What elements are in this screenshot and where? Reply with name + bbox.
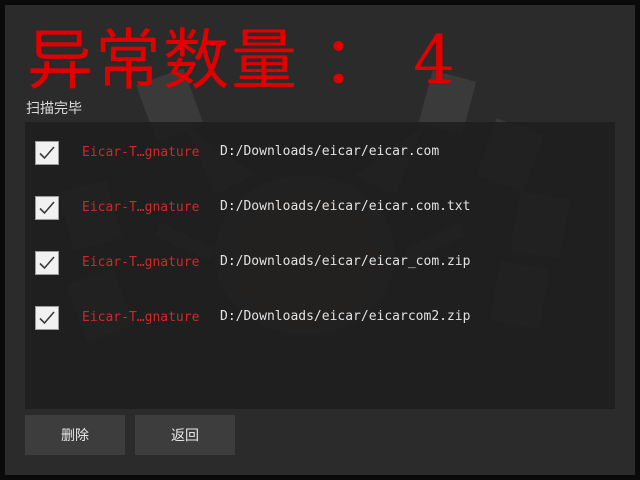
threat-name: Eicar-T…gnature bbox=[82, 255, 200, 270]
scan-result-window: 异常数量 ： 4 扫描完毕 Eicar-T…gnature D:/Downloa… bbox=[5, 5, 635, 475]
file-path: D:/Downloads/eicar/eicar.com.txt bbox=[220, 199, 471, 214]
checkmark-icon bbox=[39, 146, 55, 160]
result-checkbox[interactable] bbox=[35, 141, 59, 165]
list-item: Eicar-T…gnature D:/Downloads/eicar/eicar… bbox=[25, 297, 615, 337]
result-checkbox[interactable] bbox=[35, 251, 59, 275]
result-checkbox[interactable] bbox=[35, 306, 59, 330]
file-path: D:/Downloads/eicar/eicar.com bbox=[220, 144, 440, 159]
result-checkbox[interactable] bbox=[35, 196, 59, 220]
anomaly-count-value: 4 bbox=[412, 22, 457, 99]
checkmark-icon bbox=[39, 201, 55, 215]
file-path: D:/Downloads/eicar/eicar_com.zip bbox=[220, 254, 471, 269]
list-item: Eicar-T…gnature D:/Downloads/eicar/eicar… bbox=[25, 187, 615, 227]
scan-results-list: Eicar-T…gnature D:/Downloads/eicar/eicar… bbox=[25, 122, 615, 409]
scan-status-text: 扫描完毕 bbox=[26, 101, 82, 117]
anomaly-label: 异常数量 bbox=[27, 22, 299, 99]
list-item: Eicar-T…gnature D:/Downloads/eicar/eicar… bbox=[25, 242, 615, 282]
threat-name: Eicar-T…gnature bbox=[82, 145, 200, 160]
checkmark-icon bbox=[39, 311, 55, 325]
delete-button[interactable]: 删除 bbox=[25, 415, 125, 455]
anomaly-count-headline: 异常数量 ： 4 bbox=[27, 19, 457, 103]
threat-name: Eicar-T…gnature bbox=[82, 200, 200, 215]
file-path: D:/Downloads/eicar/eicarcom2.zip bbox=[220, 309, 471, 324]
threat-name: Eicar-T…gnature bbox=[82, 310, 200, 325]
checkmark-icon bbox=[39, 256, 55, 270]
headline-separator: ： bbox=[321, 22, 390, 99]
back-button[interactable]: 返回 bbox=[135, 415, 235, 455]
list-item: Eicar-T…gnature D:/Downloads/eicar/eicar… bbox=[25, 132, 615, 172]
